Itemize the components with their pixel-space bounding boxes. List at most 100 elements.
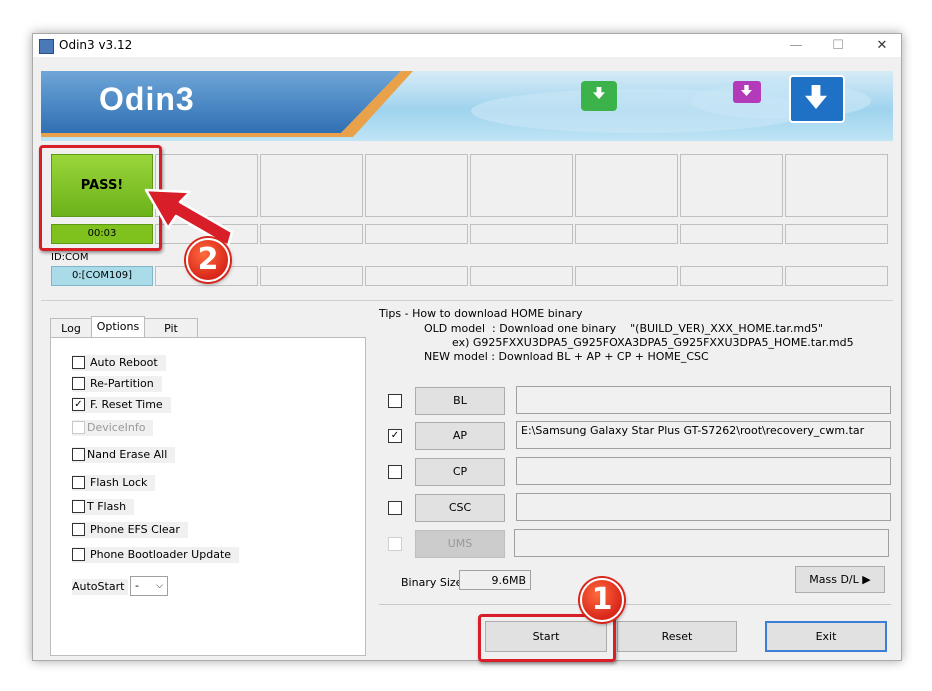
step-1-badge: 1 [580, 578, 624, 622]
com-port-8 [785, 266, 888, 286]
com-port-6 [575, 266, 678, 286]
option-f-reset-time[interactable]: ✓ F. Reset Time [72, 397, 171, 413]
download-icon-green [581, 81, 617, 111]
bl-button[interactable]: BL [415, 387, 505, 415]
csc-checkbox[interactable] [388, 501, 402, 515]
id-com-label: ID:COM [51, 252, 89, 263]
file-selection-area: BL ✓ AP E:\Samsung Galaxy Star Plus GT-S… [371, 382, 893, 602]
slot-8-timer [785, 224, 888, 244]
chevron-down-icon: ⌵ [156, 581, 163, 591]
step-2-badge: 2 [186, 238, 230, 282]
cp-path-field[interactable] [516, 457, 891, 485]
csc-button[interactable]: CSC [415, 494, 505, 522]
download-icon-purple [733, 81, 761, 103]
window-title: Odin3 v3.12 [59, 38, 133, 52]
auto-reboot-checkbox[interactable] [72, 355, 85, 369]
com-port-1: 0:[COM109] [51, 266, 153, 286]
odin-banner: Odin3 [41, 71, 893, 141]
option-phone-efs-clear[interactable]: Phone EFS Clear [72, 522, 188, 538]
phone-efs-clear-checkbox[interactable] [72, 522, 85, 536]
option-deviceinfo: DeviceInfo [72, 420, 154, 436]
options-panel: Auto Reboot Re-Partition ✓ F. Reset Time … [50, 337, 366, 656]
option-label: Re-Partition [90, 377, 154, 390]
deviceinfo-checkbox [72, 420, 85, 434]
option-t-flash[interactable]: T Flash [72, 499, 135, 515]
reset-button[interactable]: Reset [617, 621, 737, 652]
option-auto-reboot[interactable]: Auto Reboot [72, 355, 166, 371]
tips-line-old-model: OLD model : Download one binary "(BUILD_… [424, 322, 824, 335]
odin-window: Odin3 v3.12 — ☐ ✕ Odin3 PASS! 00:03 ID:C… [32, 33, 902, 661]
slot-7-timer [680, 224, 783, 244]
option-label: Nand Erase All [87, 448, 168, 461]
minimize-button[interactable]: — [781, 36, 811, 56]
option-nand-erase-all[interactable]: Nand Erase All [72, 447, 176, 463]
slot-7-status [680, 154, 783, 217]
ums-button: UMS [415, 530, 505, 558]
slot-2-status [155, 154, 258, 217]
slot-6-timer [575, 224, 678, 244]
download-icon-blue [789, 75, 845, 123]
com-port-5 [470, 266, 573, 286]
option-re-partition[interactable]: Re-Partition [72, 376, 162, 392]
option-label: T Flash [87, 500, 127, 513]
ums-path-field [514, 529, 889, 557]
pass-highlight-outline [39, 145, 162, 251]
phone-bootloader-update-checkbox[interactable] [72, 547, 85, 561]
option-label: Phone Bootloader Update [90, 548, 232, 561]
ap-checkbox[interactable]: ✓ [388, 429, 402, 443]
flash-lock-checkbox[interactable] [72, 475, 85, 489]
nand-erase-all-checkbox[interactable] [72, 447, 85, 461]
cp-button[interactable]: CP [415, 458, 505, 486]
mass-dl-button[interactable]: Mass D/L ▶ [795, 566, 885, 593]
t-flash-checkbox[interactable] [72, 499, 85, 513]
option-label: Auto Reboot [90, 356, 158, 369]
slot-3-timer [260, 224, 363, 244]
binary-size-value: 9.6MB [459, 570, 531, 590]
separator [379, 604, 891, 605]
separator [41, 300, 893, 301]
tips-box: Tips - How to download HOME binary OLD m… [371, 307, 893, 378]
option-label: DeviceInfo [87, 421, 146, 434]
com-port-4 [365, 266, 468, 286]
option-label: F. Reset Time [90, 398, 163, 411]
tab-options[interactable]: Options [91, 316, 145, 339]
option-flash-lock[interactable]: Flash Lock [72, 475, 156, 491]
odin-app-icon [39, 39, 54, 54]
com-port-7 [680, 266, 783, 286]
cp-checkbox[interactable] [388, 465, 402, 479]
csc-path-field[interactable] [516, 493, 891, 521]
ap-path-field[interactable]: E:\Samsung Galaxy Star Plus GT-S7262\roo… [516, 421, 891, 449]
slot-3-status [260, 154, 363, 217]
slot-4-status [365, 154, 468, 217]
ap-button[interactable]: AP [415, 422, 505, 450]
option-phone-bootloader-update[interactable]: Phone Bootloader Update [72, 547, 240, 563]
autostart-select[interactable]: - ⌵ [130, 576, 168, 596]
close-button[interactable]: ✕ [867, 36, 897, 56]
tips-line-example: ex) G925FXXU3DPA5_G925FOXA3DPA5_G925FXXU… [452, 336, 854, 349]
tab-strip: Log Options Pit [50, 316, 250, 339]
slot-8-status [785, 154, 888, 217]
exit-button[interactable]: Exit [765, 621, 887, 652]
tab-pit[interactable]: Pit [144, 318, 198, 339]
maximize-button[interactable]: ☐ [823, 36, 853, 56]
ums-checkbox [388, 537, 402, 551]
tips-title: Tips - How to download HOME binary [379, 307, 583, 320]
option-label: Phone EFS Clear [90, 523, 180, 536]
com-port-3 [260, 266, 363, 286]
autostart-value: - [135, 579, 139, 592]
f-reset-time-checkbox[interactable]: ✓ [72, 397, 85, 411]
binary-size-label: Binary Size [401, 576, 463, 589]
tab-log[interactable]: Log [50, 318, 92, 339]
odin3-logo: Odin3 [99, 81, 195, 117]
tips-line-new-model: NEW model : Download BL + AP + CP + HOME… [424, 350, 709, 363]
option-label: Flash Lock [90, 476, 148, 489]
slot-5-timer [470, 224, 573, 244]
autostart-label: AutoStart [72, 579, 129, 595]
slot-6-status [575, 154, 678, 217]
slot-5-status [470, 154, 573, 217]
re-partition-checkbox[interactable] [72, 376, 85, 390]
bl-path-field[interactable] [516, 386, 891, 414]
title-bar[interactable]: Odin3 v3.12 — ☐ ✕ [33, 34, 901, 57]
slot-4-timer [365, 224, 468, 244]
bl-checkbox[interactable] [388, 394, 402, 408]
